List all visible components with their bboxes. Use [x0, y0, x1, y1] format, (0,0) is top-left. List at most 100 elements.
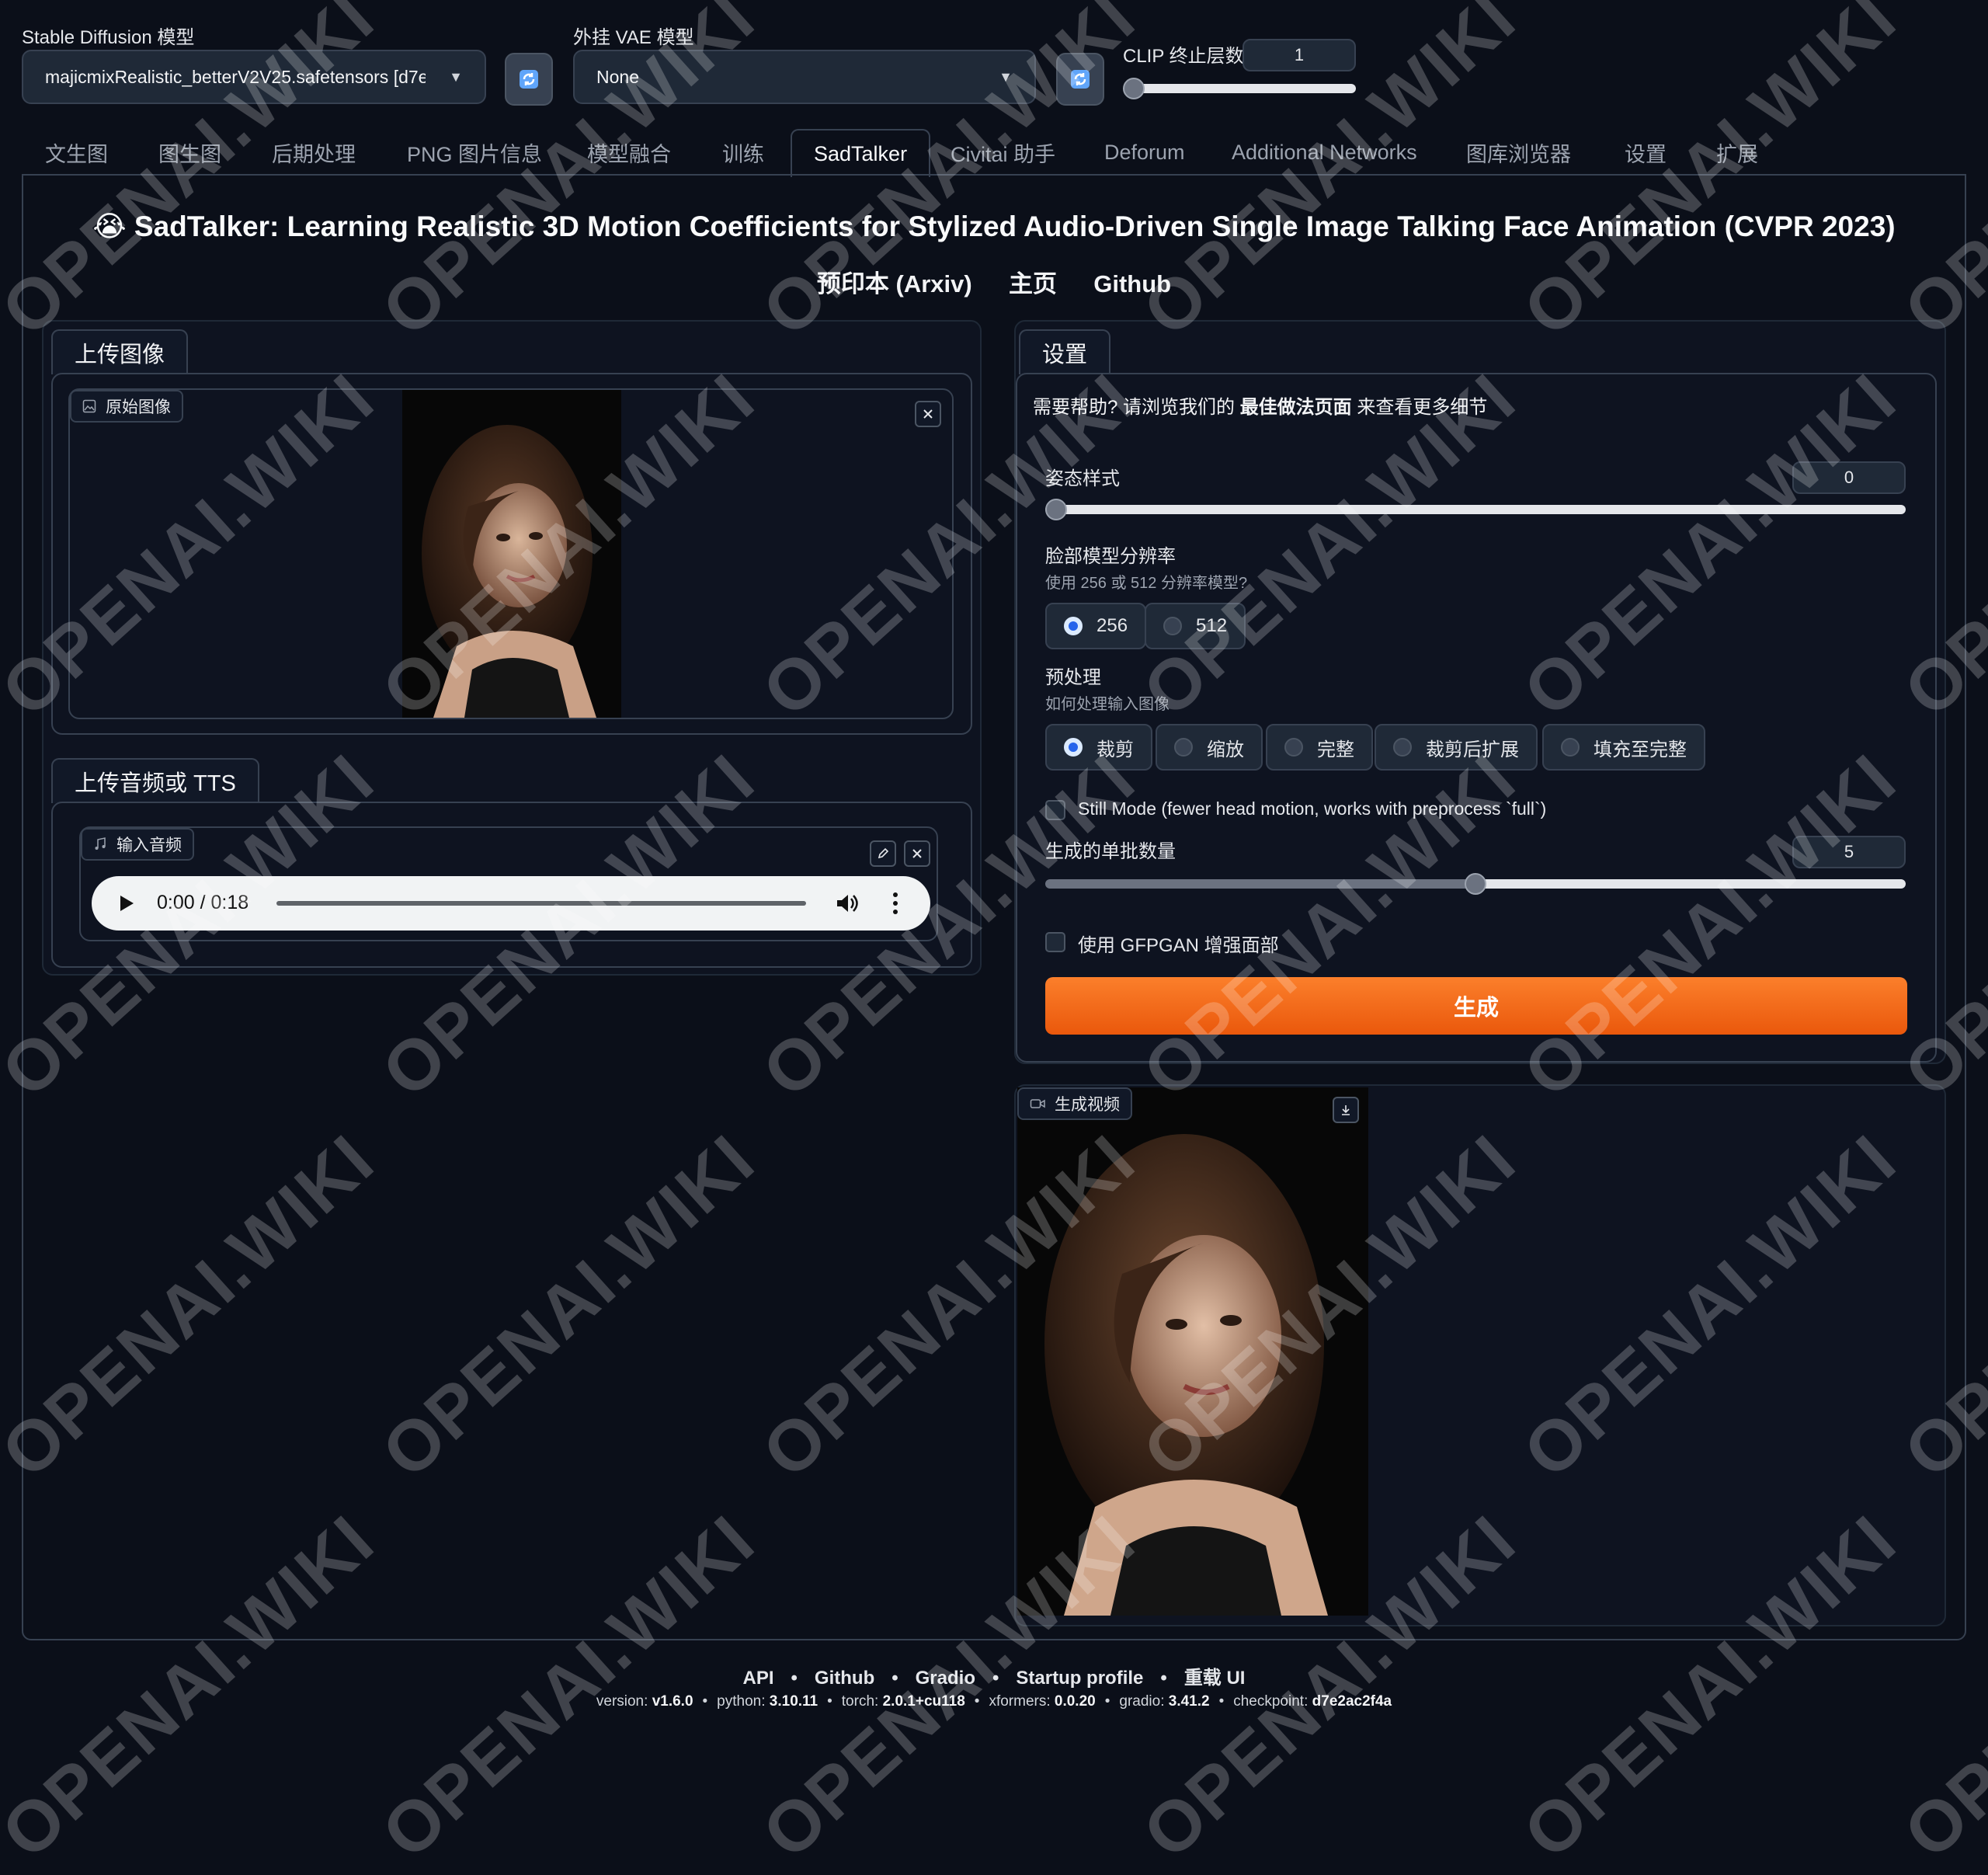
- homepage-link[interactable]: 主页: [1009, 270, 1057, 297]
- refresh-icon: [1071, 70, 1090, 89]
- version-value: 2.0.1+cu118: [882, 1693, 965, 1710]
- radio-dot: [1064, 738, 1083, 757]
- preprocess-label: 预处理: [1045, 667, 1101, 688]
- vae-value: None: [596, 66, 639, 87]
- refresh-models-button[interactable]: [505, 53, 553, 106]
- vae-label: 外挂 VAE 模型: [573, 27, 694, 48]
- radio-dot: [1393, 738, 1412, 757]
- download-video-button[interactable]: [1333, 1097, 1359, 1123]
- tab-upload-image[interactable]: 上传图像: [51, 329, 189, 374]
- tab-settings-block[interactable]: 设置: [1019, 329, 1111, 374]
- version-value: 3.10.11: [769, 1693, 818, 1710]
- radio-label: 缩放: [1207, 739, 1244, 760]
- original-image-chip: 原始图像: [70, 390, 183, 423]
- sd-model-dropdown[interactable]: majicmixRealistic_betterV2V25.safetensor…: [22, 50, 486, 104]
- tab-3[interactable]: PNG 图片信息: [407, 132, 542, 172]
- github-link[interactable]: Github: [1093, 270, 1171, 297]
- tab-5[interactable]: 训练: [722, 132, 764, 172]
- batch-size-number-input[interactable]: 5: [1792, 836, 1906, 868]
- version-value: d7e2ac2f4a: [1312, 1693, 1392, 1710]
- radio-resolution-256[interactable]: 256: [1045, 603, 1147, 649]
- footer-separator: •: [1160, 1668, 1167, 1689]
- tab-8[interactable]: Deforum: [1104, 132, 1185, 172]
- generate-button[interactable]: 生成: [1045, 977, 1907, 1035]
- volume-icon[interactable]: [836, 892, 860, 914]
- edit-audio-button[interactable]: [870, 840, 896, 867]
- header-links: 预印本 (Arxiv) 主页 Github: [0, 264, 1988, 299]
- audio-progress-track[interactable]: [276, 901, 806, 906]
- generated-video[interactable]: [1017, 1087, 1368, 1616]
- version-value: 0.0.20: [1054, 1693, 1096, 1710]
- page-title: 😭 SadTalker: Learning Realistic 3D Motio…: [0, 210, 1988, 243]
- radio-resolution-512[interactable]: 512: [1145, 603, 1246, 649]
- clip-label: CLIP 终止层数: [1123, 46, 1244, 67]
- audio-time: 0:00 / 0:18: [157, 892, 249, 913]
- gfpgan-checkbox[interactable]: [1045, 932, 1065, 952]
- footer-separator: •: [791, 1668, 798, 1689]
- footer-version-info: version: v1.6.0 • python: 3.10.11 • torch: 2…: [0, 1693, 1988, 1710]
- sd-model-value: majicmixRealistic_betterV2V25.safetensor…: [45, 66, 426, 87]
- page-title-text: SadTalker: Learning Realistic 3D Motion …: [134, 210, 1896, 242]
- tab-upload-audio[interactable]: 上传音频或 TTS: [51, 758, 259, 803]
- vae-dropdown[interactable]: None ▼: [573, 50, 1036, 104]
- radio-dot: [1561, 738, 1580, 757]
- batch-size-label: 生成的单批数量: [1045, 841, 1176, 862]
- tab-6[interactable]: SadTalker: [791, 129, 931, 177]
- help-text: 需要帮助? 请浏览我们的 最佳做法页面 来查看更多细节: [1033, 391, 1487, 419]
- footer-separator: •: [1104, 1693, 1110, 1710]
- video-camera-icon: [1030, 1099, 1045, 1108]
- clip-slider-track[interactable]: [1134, 84, 1356, 93]
- version-key: version:: [596, 1693, 652, 1710]
- radio-preprocess-resize[interactable]: 缩放: [1156, 724, 1263, 771]
- tab-4[interactable]: 模型融合: [587, 132, 671, 172]
- tab-7[interactable]: Civitai 助手: [951, 132, 1055, 172]
- tab-2[interactable]: 后期处理: [272, 132, 356, 172]
- footer-links: API • Github • Gradio • Startup profile • 重载 UI: [0, 1662, 1988, 1689]
- radio-preprocess-full[interactable]: 完整: [1266, 724, 1373, 771]
- chevron-down-icon: ▼: [449, 68, 463, 85]
- footer-link-0[interactable]: API: [743, 1668, 774, 1689]
- pose-style-slider-track[interactable]: [1045, 505, 1906, 514]
- refresh-vae-button[interactable]: [1056, 53, 1104, 106]
- footer-separator: •: [1218, 1693, 1225, 1710]
- tab-10[interactable]: 图库浏览器: [1466, 132, 1571, 172]
- radio-preprocess-extfull[interactable]: 填充至完整: [1542, 724, 1705, 771]
- radio-label: 填充至完整: [1594, 739, 1687, 760]
- clip-number-input[interactable]: 1: [1242, 39, 1356, 71]
- play-icon[interactable]: [118, 894, 135, 913]
- help-text-suffix: 来查看更多细节: [1351, 397, 1488, 418]
- sd-model-label: Stable Diffusion 模型: [22, 27, 195, 48]
- footer-separator: •: [891, 1668, 898, 1689]
- more-options-icon[interactable]: [891, 892, 899, 915]
- footer-link-4[interactable]: 重载 UI: [1184, 1668, 1246, 1689]
- radio-preprocess-crop[interactable]: 裁剪: [1045, 724, 1152, 771]
- clear-audio-button[interactable]: [904, 840, 930, 867]
- uploaded-portrait-image: [402, 390, 621, 718]
- radio-preprocess-extcrop[interactable]: 裁剪后扩展: [1375, 724, 1538, 771]
- radio-label: 完整: [1317, 739, 1354, 760]
- preprocess-info: 如何处理输入图像: [1045, 696, 1170, 713]
- clear-image-button[interactable]: [915, 401, 941, 427]
- still-mode-checkbox[interactable]: [1045, 800, 1065, 820]
- clip-slider-thumb[interactable]: [1123, 78, 1145, 99]
- arxiv-link[interactable]: 预印本 (Arxiv): [817, 270, 972, 297]
- tab-12[interactable]: 扩展: [1716, 132, 1758, 172]
- footer-link-3[interactable]: Startup profile: [1016, 1668, 1143, 1689]
- version-key: torch:: [841, 1693, 883, 1710]
- pencil-icon: [878, 847, 889, 859]
- tab-9[interactable]: Additional Networks: [1232, 132, 1417, 172]
- pose-style-slider-thumb[interactable]: [1045, 499, 1067, 520]
- generated-video-label: 生成视频: [1055, 1096, 1120, 1114]
- footer-link-2[interactable]: Gradio: [916, 1668, 975, 1689]
- pose-style-number-input[interactable]: 0: [1792, 461, 1906, 494]
- audio-player: 0:00 / 0:18: [92, 876, 930, 931]
- radio-label: 256: [1097, 615, 1128, 636]
- tab-11[interactable]: 设置: [1625, 132, 1667, 172]
- radio-dot: [1174, 738, 1193, 757]
- tab-1[interactable]: 图生图: [158, 132, 221, 172]
- footer-link-1[interactable]: Github: [815, 1668, 874, 1689]
- tab-0[interactable]: 文生图: [45, 132, 108, 172]
- best-practice-link[interactable]: 最佳做法页面: [1240, 397, 1352, 418]
- radio-label: 512: [1196, 615, 1228, 636]
- batch-size-slider-thumb[interactable]: [1465, 873, 1486, 895]
